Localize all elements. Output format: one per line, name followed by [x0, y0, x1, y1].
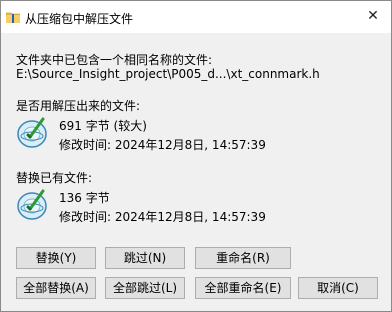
existing-size: 136 字节 — [59, 191, 110, 205]
extract-dialog: 从压缩包中解压文件 ✕ 文件夹中已包含一个相同名称的文件: E:\Source_… — [0, 0, 392, 312]
replace-button[interactable]: 替换(Y) — [16, 247, 96, 269]
rename-button[interactable]: 重命名(R) — [195, 247, 291, 269]
title-bar: 从压缩包中解压文件 ✕ — [1, 1, 391, 33]
dialog-title: 从压缩包中解压文件 — [25, 12, 134, 26]
disc-file-icon — [17, 115, 51, 149]
extract-modified: 修改时间: 2024年12月8日, 14:57:39 — [59, 138, 266, 152]
replace-all-button[interactable]: 全部替换(A) — [16, 277, 96, 299]
rename-all-button[interactable]: 全部重命名(E) — [195, 277, 291, 299]
disc-file-icon — [17, 187, 51, 221]
folder-zip-icon — [5, 11, 21, 24]
close-icon[interactable]: ✕ — [365, 8, 381, 24]
existing-modified: 修改时间: 2024年12月8日, 14:57:39 — [59, 210, 266, 224]
conflict-path: E:\Source_Insight_project\P005_d...\xt_c… — [16, 67, 320, 81]
existing-heading: 替换已有文件: — [16, 171, 93, 185]
cancel-button[interactable]: 取消(C) — [298, 277, 378, 299]
conflict-message: 文件夹中已包含一个相同名称的文件: — [16, 53, 213, 67]
extract-size: 691 字节 (较大) — [59, 119, 147, 133]
skip-all-button[interactable]: 全部跳过(L) — [105, 277, 185, 299]
skip-button[interactable]: 跳过(N) — [105, 247, 185, 269]
extract-heading: 是否用解压出来的文件: — [16, 99, 141, 113]
